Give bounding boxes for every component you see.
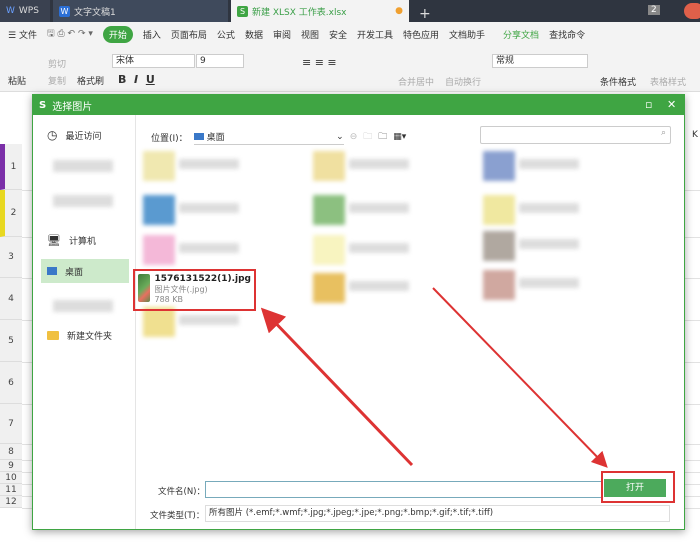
arrow-to-open xyxy=(432,287,608,468)
arrow-to-file xyxy=(260,307,414,467)
annotation-arrows xyxy=(260,287,608,468)
